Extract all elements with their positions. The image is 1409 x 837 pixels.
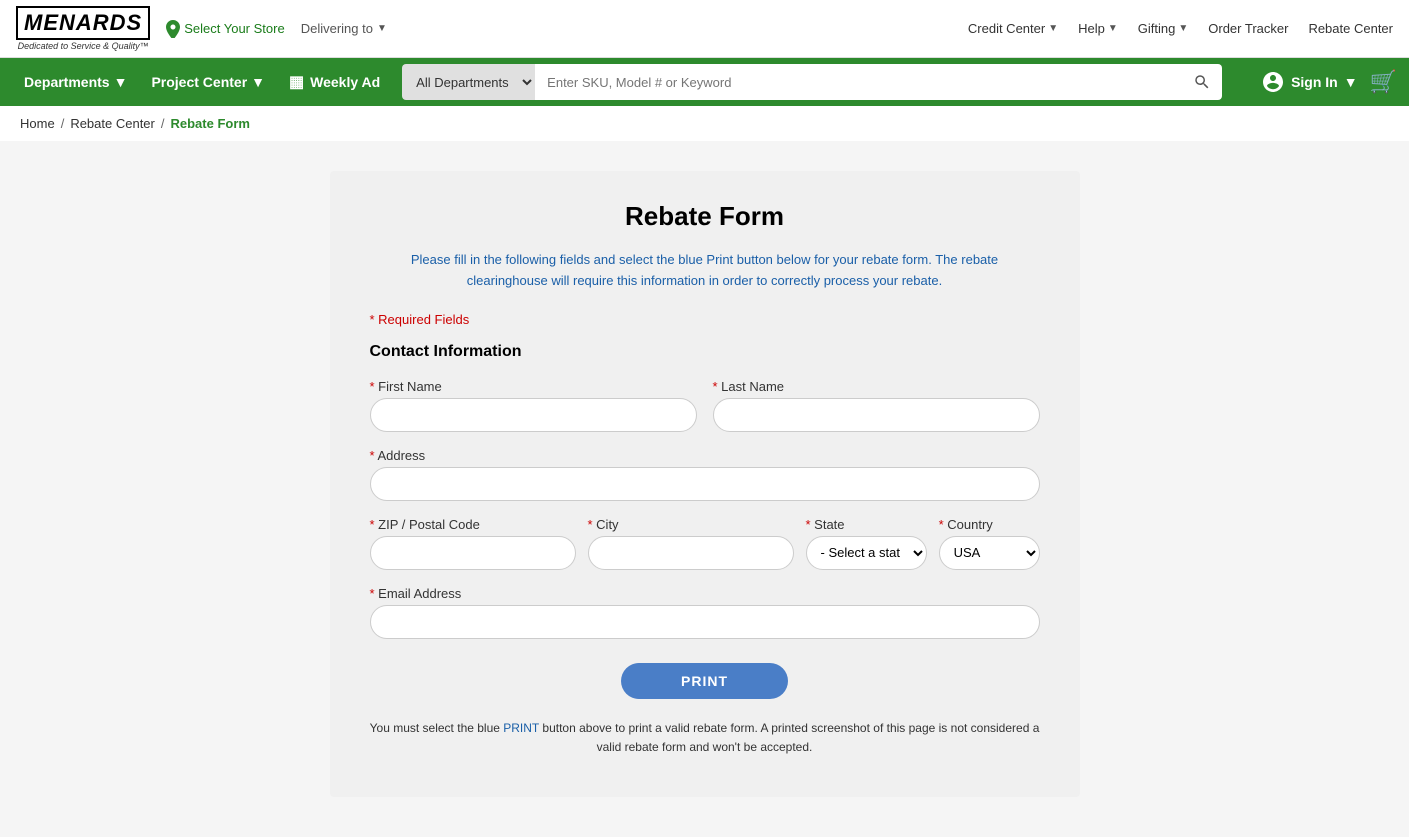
logo-text: MENARDS xyxy=(16,6,150,40)
credit-center-chevron: ▼ xyxy=(1048,23,1058,34)
first-name-label: * First Name xyxy=(370,379,697,394)
rebate-center-link[interactable]: Rebate Center xyxy=(1308,21,1393,36)
location-icon xyxy=(166,20,180,38)
breadcrumb-sep-2: / xyxy=(161,116,165,131)
gifting-link[interactable]: Gifting ▼ xyxy=(1138,21,1188,36)
search-input[interactable] xyxy=(535,64,1182,100)
weekly-ad-icon: ▦ xyxy=(289,72,304,92)
breadcrumb-rebate-center[interactable]: Rebate Center xyxy=(70,116,155,131)
nav-right: Sign In ▼ 🛒 xyxy=(1253,69,1397,95)
departments-nav[interactable]: Departments ▼ xyxy=(12,58,139,106)
form-description: Please fill in the following fields and … xyxy=(370,250,1040,292)
print-button[interactable]: PRINT xyxy=(621,663,788,699)
delivering-chevron: ▼ xyxy=(377,23,387,34)
first-name-input[interactable] xyxy=(370,398,697,432)
last-name-input[interactable] xyxy=(713,398,1040,432)
zip-input[interactable] xyxy=(370,536,576,570)
form-footer-note: You must select the blue PRINT button ab… xyxy=(370,719,1040,757)
top-bar-right: Credit Center ▼ Help ▼ Gifting ▼ Order T… xyxy=(968,21,1393,36)
last-name-label: * Last Name xyxy=(713,379,1040,394)
breadcrumb: Home / Rebate Center / Rebate Form xyxy=(0,106,1409,141)
nav-bar: Departments ▼ Project Center ▼ ▦ Weekly … xyxy=(0,58,1409,106)
last-name-group: * Last Name xyxy=(713,379,1040,432)
help-link[interactable]: Help ▼ xyxy=(1078,21,1118,36)
email-group: * Email Address xyxy=(370,586,1040,639)
delivering-label: Delivering to xyxy=(301,21,373,36)
country-group: * Country USA xyxy=(939,517,1040,570)
main-content: Rebate Form Please fill in the following… xyxy=(0,141,1409,837)
state-select[interactable]: - Select a state - xyxy=(806,536,927,570)
order-tracker-link[interactable]: Order Tracker xyxy=(1208,21,1288,36)
signin-chevron: ▼ xyxy=(1344,74,1358,90)
country-label: * Country xyxy=(939,517,1040,532)
sign-in-button[interactable]: Sign In ▼ xyxy=(1253,70,1366,94)
city-input[interactable] xyxy=(588,536,794,570)
help-chevron: ▼ xyxy=(1108,23,1118,34)
form-title: Rebate Form xyxy=(370,201,1040,232)
breadcrumb-sep-1: / xyxy=(61,116,65,131)
project-center-chevron: ▼ xyxy=(251,74,265,90)
gifting-chevron: ▼ xyxy=(1178,23,1188,34)
section-title: Contact Information xyxy=(370,343,1040,361)
top-bar: MENARDS Dedicated to Service & Quality™ … xyxy=(0,0,1409,58)
search-icon xyxy=(1193,73,1211,91)
country-select[interactable]: USA xyxy=(939,536,1040,570)
address-group: * Address xyxy=(370,448,1040,501)
store-selector[interactable]: Select Your Store xyxy=(166,20,284,38)
logo-tagline: Dedicated to Service & Quality™ xyxy=(18,41,149,51)
state-label: * State xyxy=(806,517,927,532)
address-label: * Address xyxy=(370,448,1040,463)
weekly-ad-nav[interactable]: ▦ Weekly Ad xyxy=(277,58,392,106)
rebate-form-container: Rebate Form Please fill in the following… xyxy=(330,171,1080,797)
first-name-group: * First Name xyxy=(370,379,697,432)
location-row: * ZIP / Postal Code * City * State - xyxy=(370,517,1040,570)
search-department-select[interactable]: All Departments xyxy=(402,64,535,100)
address-row: * Address xyxy=(370,448,1040,501)
email-row: * Email Address xyxy=(370,586,1040,639)
name-row: * First Name * Last Name xyxy=(370,379,1040,432)
address-input[interactable] xyxy=(370,467,1040,501)
breadcrumb-current: Rebate Form xyxy=(171,116,250,131)
account-icon xyxy=(1261,70,1285,94)
zip-label: * ZIP / Postal Code xyxy=(370,517,576,532)
project-center-nav[interactable]: Project Center ▼ xyxy=(139,58,277,106)
email-label: * Email Address xyxy=(370,586,1040,601)
credit-center-link[interactable]: Credit Center ▼ xyxy=(968,21,1058,36)
delivering: Delivering to ▼ xyxy=(301,21,387,36)
top-bar-left: MENARDS Dedicated to Service & Quality™ … xyxy=(16,6,387,51)
required-note: * Required Fields xyxy=(370,312,1040,327)
email-input[interactable] xyxy=(370,605,1040,639)
store-selector-label[interactable]: Select Your Store xyxy=(184,21,284,36)
state-group: * State - Select a state - xyxy=(806,517,927,570)
departments-chevron: ▼ xyxy=(114,74,128,90)
city-label: * City xyxy=(588,517,794,532)
city-group: * City xyxy=(588,517,794,570)
search-button[interactable] xyxy=(1182,64,1222,100)
logo: MENARDS Dedicated to Service & Quality™ xyxy=(16,6,150,51)
zip-group: * ZIP / Postal Code xyxy=(370,517,576,570)
cart-icon[interactable]: 🛒 xyxy=(1370,69,1397,95)
search-container: All Departments xyxy=(402,64,1222,100)
breadcrumb-home[interactable]: Home xyxy=(20,116,55,131)
